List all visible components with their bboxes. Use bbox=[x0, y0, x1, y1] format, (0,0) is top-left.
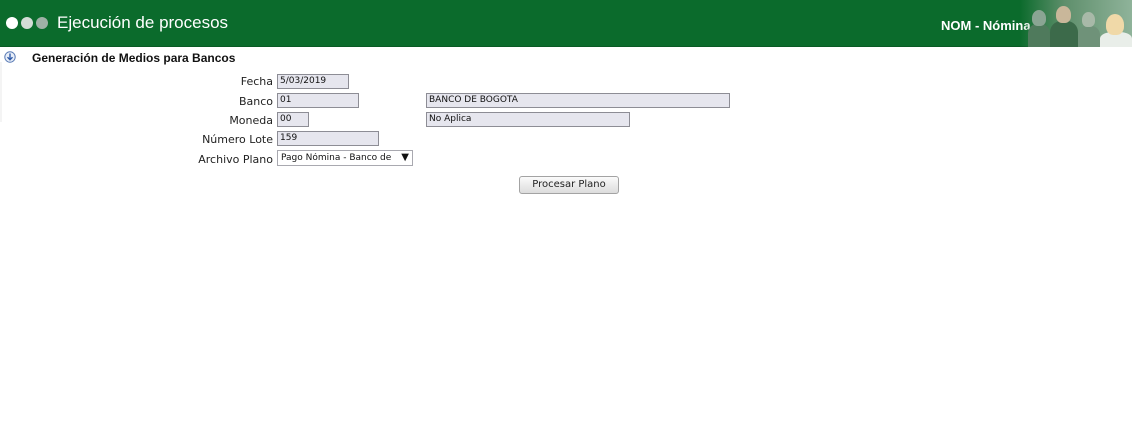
dot-icon bbox=[36, 17, 48, 29]
moneda-code-field[interactable]: 00 bbox=[277, 112, 309, 127]
dot-icon bbox=[6, 17, 18, 29]
numero-lote-label: Número Lote bbox=[202, 133, 273, 146]
moneda-name-field: No Aplica bbox=[426, 112, 630, 127]
moneda-label: Moneda bbox=[229, 114, 273, 127]
archivo-plano-selected: Pago Nómina - Banco de Bogota bbox=[281, 153, 393, 163]
dropdown-arrow-icon[interactable]: ▼ bbox=[401, 152, 409, 163]
banco-code-field[interactable]: 01 bbox=[277, 93, 359, 108]
procesar-plano-button[interactable]: Procesar Plano bbox=[519, 176, 619, 194]
numero-lote-field[interactable]: 159 bbox=[277, 131, 379, 146]
dot-icon bbox=[21, 17, 33, 29]
page-title: Ejecución de procesos bbox=[57, 13, 229, 32]
archivo-plano-select[interactable]: Pago Nómina - Banco de Bogota ▼ bbox=[277, 150, 413, 166]
side-divider bbox=[0, 62, 2, 122]
archivo-plano-label: Archivo Plano bbox=[198, 153, 273, 166]
section-title: Generación de Medios para Bancos bbox=[32, 51, 236, 65]
header-photo-banner bbox=[1020, 0, 1132, 47]
info-arrow-icon bbox=[4, 51, 16, 63]
fecha-field[interactable]: 5/03/2019 bbox=[277, 74, 349, 89]
module-label: NOM - Nómina bbox=[941, 18, 1031, 33]
banco-label: Banco bbox=[238, 95, 273, 108]
app-header: Ejecución de procesos NOM - Nómina bbox=[0, 0, 1132, 47]
banco-name-field: BANCO DE BOGOTA bbox=[426, 93, 730, 108]
fecha-label: Fecha bbox=[240, 75, 273, 88]
